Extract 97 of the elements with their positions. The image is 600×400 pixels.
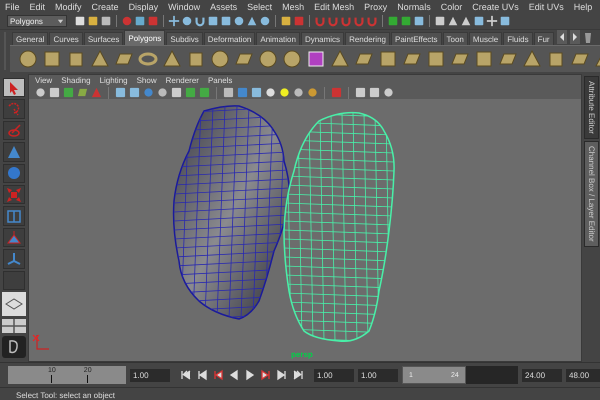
menu-item[interactable]: Normals: [397, 0, 431, 12]
single-view-layout-icon[interactable]: [2, 292, 26, 316]
shelf-tab[interactable]: Deformation: [204, 32, 256, 45]
shelf-tab[interactable]: Muscle: [468, 32, 502, 45]
panel-menu-item[interactable]: View: [35, 76, 52, 85]
panel-menu-item[interactable]: Show: [136, 76, 157, 85]
menu-item[interactable]: Window: [168, 0, 200, 12]
menu-item[interactable]: Assets: [210, 0, 238, 12]
sphere-icon[interactable]: [210, 49, 230, 69]
camera-label: persp: [291, 350, 313, 359]
menu-item[interactable]: Mesh: [282, 0, 304, 12]
playback-start-field[interactable]: 1.00: [358, 368, 398, 382]
dots-icon[interactable]: [233, 15, 245, 27]
shelf-tab[interactable]: Animation: [256, 32, 300, 45]
move-tool-icon: [6, 144, 22, 160]
move-icon[interactable]: [168, 15, 180, 27]
end-time-field[interactable]: 48.00: [566, 368, 600, 382]
scroll-left-icon[interactable]: [556, 30, 567, 44]
menu-item[interactable]: Modify: [55, 0, 82, 12]
playback-end-field[interactable]: 24.00: [522, 368, 562, 382]
axis-indicator-icon: [32, 334, 49, 350]
shelf-tab[interactable]: Surfaces: [84, 32, 124, 45]
menu-item[interactable]: Edit: [30, 0, 46, 12]
sphere-icon[interactable]: [282, 49, 302, 69]
select-object-icon[interactable]: [134, 15, 146, 27]
tool-button[interactable]: [3, 164, 25, 184]
menu-item[interactable]: Help: [574, 0, 592, 12]
shelf-tab[interactable]: PaintEffects: [390, 32, 442, 45]
tool-button[interactable]: [3, 249, 25, 269]
mesh-tool-icon[interactable]: [378, 49, 398, 69]
help-line-text: Select Tool: select an object: [16, 391, 116, 400]
paint-brush-icon: [6, 122, 22, 139]
go-to-end-icon[interactable]: [292, 369, 304, 381]
menu-item[interactable]: Select: [247, 0, 272, 12]
menu-item[interactable]: Proxy: [364, 0, 388, 12]
new-scene-icon[interactable]: [74, 15, 86, 27]
sphere-icon[interactable]: [143, 87, 154, 98]
shelf-tab[interactable]: Fluids: [503, 32, 533, 45]
plane-icon[interactable]: [207, 15, 219, 27]
four-view-layout-icon[interactable]: [2, 319, 26, 334]
frame-tick: [87, 375, 88, 383]
side-tab[interactable]: Channel Box / Layer Editor: [584, 140, 599, 247]
side-tab[interactable]: Attribute Editor: [584, 76, 599, 139]
shelf-tab[interactable]: Dynamics: [300, 32, 344, 45]
curve-icon[interactable]: [194, 15, 206, 27]
panel-menu-item[interactable]: Renderer: [166, 76, 199, 85]
tool-button[interactable]: [3, 78, 25, 98]
help-icon[interactable]: [259, 15, 271, 27]
current-time-field[interactable]: 1.00: [130, 368, 170, 382]
frame-tick: [51, 375, 52, 383]
tool-button[interactable]: [3, 142, 25, 162]
lasso-icon: [6, 101, 22, 118]
shelf-tab[interactable]: Toon: [442, 32, 468, 45]
sphere-icon[interactable]: [258, 49, 278, 69]
cone-icon[interactable]: [90, 49, 110, 69]
shelf-tab[interactable]: Curves: [49, 32, 83, 45]
mesh-tool-icon[interactable]: [474, 49, 494, 69]
menu-item[interactable]: Edit UVs: [528, 0, 564, 12]
sphere-icon[interactable]: [157, 87, 168, 98]
shelf-tab[interactable]: Rendering: [345, 32, 390, 45]
shelf-tab[interactable]: Polygons: [124, 30, 166, 45]
play-backward-icon[interactable]: [228, 369, 240, 381]
panel-menu-item[interactable]: Shading: [61, 76, 91, 85]
menu-item[interactable]: Create: [92, 0, 119, 12]
scroll-right-icon[interactable]: [570, 30, 580, 44]
panel-menu-item[interactable]: Panels: [208, 76, 232, 85]
open-folder-icon[interactable]: [87, 15, 99, 27]
step-back-key-icon[interactable]: [196, 369, 208, 381]
paint-icon[interactable]: [246, 15, 258, 27]
nodes-icon[interactable]: [181, 15, 193, 27]
shelf-tab[interactable]: Fur: [534, 32, 554, 45]
save-icon[interactable]: [100, 15, 112, 27]
sphere-icon[interactable]: [18, 49, 38, 69]
trash-icon[interactable]: [582, 30, 593, 44]
start-time-field[interactable]: 1.00: [314, 368, 354, 382]
step-forward-key-icon[interactable]: [276, 369, 288, 381]
select-component-icon[interactable]: [147, 15, 159, 27]
go-to-start-icon[interactable]: [180, 369, 192, 381]
select-hierarchy-icon[interactable]: [121, 15, 133, 27]
menu-item[interactable]: Display: [128, 0, 158, 12]
menu-item[interactable]: Edit Mesh: [314, 0, 354, 12]
rotate-tool-icon: [6, 165, 22, 182]
mesh-tool-icon[interactable]: [330, 49, 350, 69]
tool-button[interactable]: [3, 228, 25, 248]
shelf-tab[interactable]: Subdivs: [166, 32, 203, 45]
mesh-tool-icon[interactable]: [522, 49, 542, 69]
menu-set-dropdown[interactable]: Polygons: [7, 15, 67, 27]
caret-icon: [57, 18, 64, 24]
pyramid-icon[interactable]: [162, 49, 182, 69]
menu-item[interactable]: Create UVs: [472, 0, 519, 12]
menu-item[interactable]: Color: [440, 0, 462, 12]
tool-button[interactable]: [3, 206, 25, 226]
scale-tool-icon: [6, 186, 22, 203]
menu-item[interactable]: File: [5, 0, 20, 12]
play-forward-icon[interactable]: [244, 369, 256, 381]
shelf-tab[interactable]: General: [12, 32, 48, 45]
panel-menu-item[interactable]: Lighting: [100, 76, 128, 85]
